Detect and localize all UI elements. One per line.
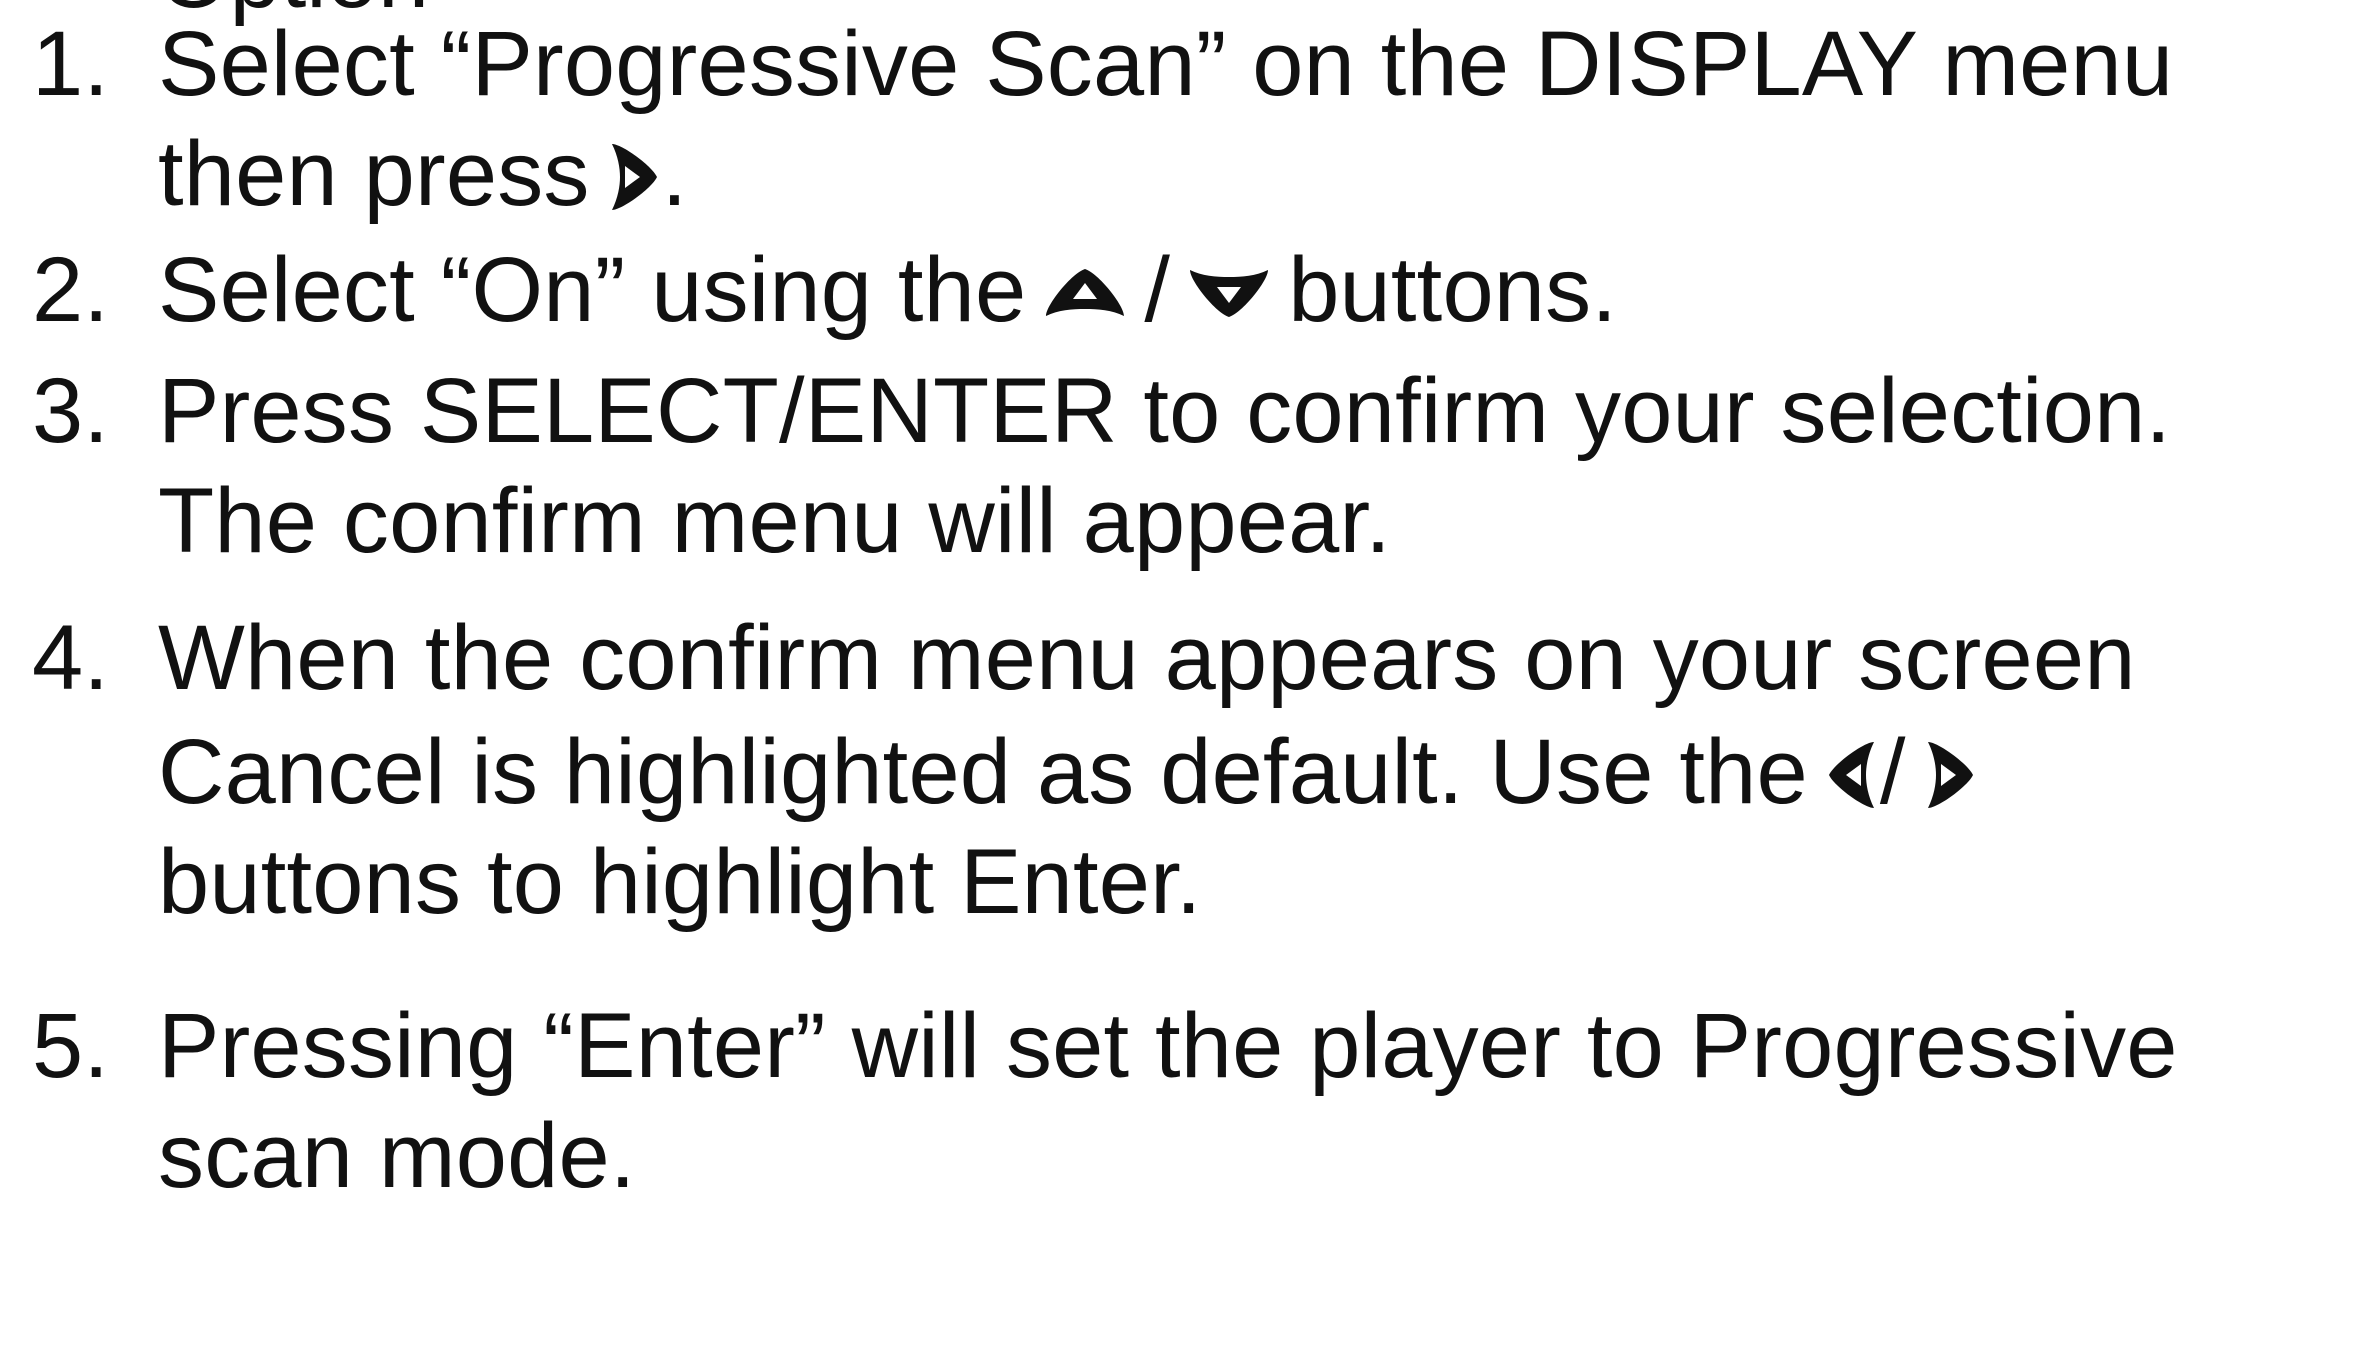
step-text: Select “On” using the — [158, 239, 1027, 341]
step-text-with-icon: then press . — [158, 128, 687, 220]
right-arrow-icon — [606, 140, 662, 214]
step-text-with-icons: Cancel is highlighted as default. Use th… — [158, 726, 1978, 818]
step-text: The confirm menu will appear. — [158, 470, 1392, 572]
step-text: then press — [158, 123, 590, 225]
step-text: Cancel is highlighted as default. Use th… — [158, 721, 1808, 823]
step-text: When the confirm menu appears on your sc… — [158, 607, 2136, 709]
up-arrow-icon — [1042, 265, 1128, 321]
left-arrow-icon — [1824, 738, 1880, 812]
step-text: buttons to highlight Enter. — [158, 831, 1202, 933]
step-text: scan mode. — [158, 1105, 636, 1207]
step-text: Press SELECT/ENTER to confirm your selec… — [158, 360, 2172, 462]
step-number: 2. — [32, 239, 110, 341]
slash: / — [1879, 721, 1906, 823]
manual-page: Option 1. Select “Progressive Scan” on t… — [0, 0, 2365, 1347]
right-arrow-icon — [1922, 738, 1978, 812]
slash: / — [1144, 239, 1171, 341]
step-number: 5. — [32, 995, 110, 1097]
step-text: Select “Progressive Scan” on the DISPLAY… — [158, 13, 2174, 115]
step-text: buttons. — [1288, 239, 1618, 341]
down-arrow-icon — [1186, 265, 1272, 321]
step-text-with-icons: Select “On” using the / buttons. — [158, 244, 1617, 336]
step-number: 4. — [32, 607, 110, 709]
step-number: 1. — [32, 13, 110, 115]
step-number: 3. — [32, 360, 110, 462]
step-text: . — [661, 123, 688, 225]
step-text: Pressing “Enter” will set the player to … — [158, 995, 2178, 1097]
